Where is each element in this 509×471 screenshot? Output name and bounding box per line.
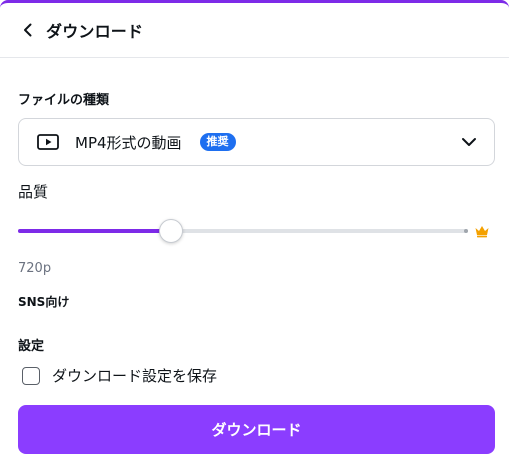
download-panel: ダウンロード ファイルの種類 MP4形式の動画 推奨 品質 720p SNS向け… (0, 0, 509, 471)
crown-icon (474, 223, 490, 239)
save-settings-option[interactable]: ダウンロード設定を保存 (22, 365, 217, 386)
slider-end-marker (464, 229, 468, 233)
back-button[interactable] (18, 20, 38, 40)
page-title: ダウンロード (46, 22, 144, 41)
file-type-label: ファイルの種類 (18, 93, 110, 108)
play-icon (37, 133, 59, 151)
chevron-left-icon (24, 23, 32, 37)
resolution-value: 720p (18, 261, 52, 276)
save-settings-label: ダウンロード設定を保存 (52, 367, 218, 385)
recommended-badge: 推奨 (199, 133, 236, 151)
quality-label: 品質 (18, 183, 49, 201)
quality-note: SNS向け (18, 295, 70, 309)
slider-thumb[interactable] (159, 219, 183, 243)
settings-label: 設定 (18, 339, 45, 354)
quality-slider[interactable] (18, 219, 468, 243)
panel-header: ダウンロード (0, 3, 509, 58)
chevron-down-icon (460, 133, 478, 151)
save-settings-checkbox[interactable] (22, 366, 40, 385)
file-type-value: MP4形式の動画 (75, 133, 182, 152)
file-type-select[interactable]: MP4形式の動画 推奨 (18, 118, 495, 166)
slider-fill (18, 229, 171, 233)
download-button[interactable]: ダウンロード (18, 405, 495, 454)
